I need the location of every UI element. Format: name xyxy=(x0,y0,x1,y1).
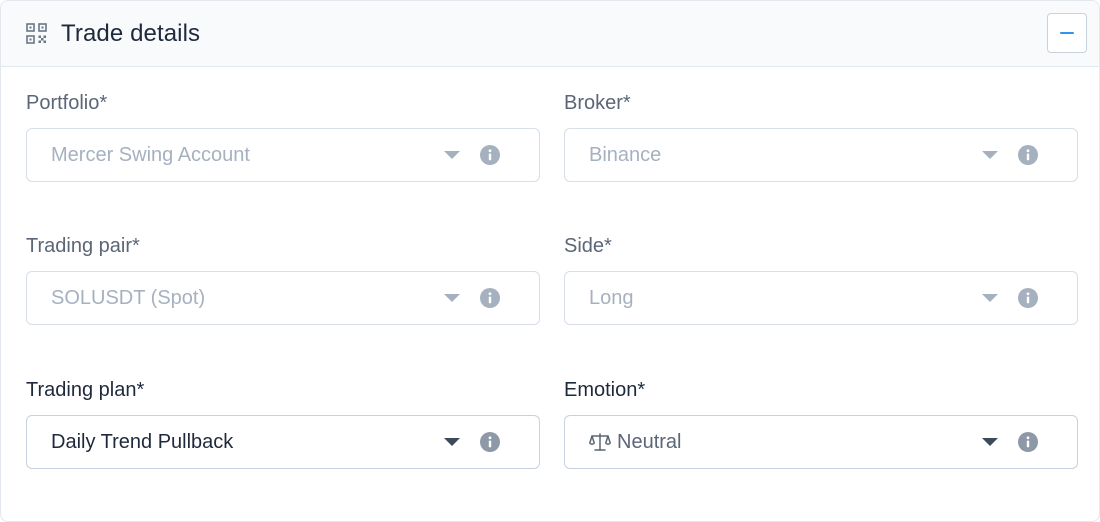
emotion-value: Neutral xyxy=(617,430,682,453)
trading-plan-label: Trading plan* xyxy=(26,379,145,401)
portfolio-value: Mercer Swing Account xyxy=(51,143,250,166)
panel-header: Trade details xyxy=(1,1,1099,67)
side-field: Side* Long xyxy=(564,234,1078,325)
trading-pair-value: SOLUSDT (Spot) xyxy=(51,286,206,309)
chevron-down-icon xyxy=(982,438,998,446)
collapse-button[interactable] xyxy=(1047,13,1087,53)
portfolio-label: Portfolio* xyxy=(26,92,108,114)
broker-label: Broker* xyxy=(564,92,631,114)
emotion-label: Emotion* xyxy=(564,379,646,401)
broker-select[interactable]: Binance xyxy=(564,128,1078,182)
trade-details-panel: Trade details Portfolio* Mercer Swing Ac… xyxy=(0,0,1100,522)
trading-plan-value: Daily Trend Pullback xyxy=(51,430,234,453)
broker-value: Binance xyxy=(589,143,662,166)
trading-plan-field: Trading plan* Daily Trend Pullback xyxy=(26,378,540,469)
chevron-down-icon xyxy=(982,151,998,159)
info-icon[interactable] xyxy=(1018,288,1038,308)
chevron-down-icon xyxy=(444,151,460,159)
info-icon[interactable] xyxy=(480,432,500,452)
info-icon[interactable] xyxy=(480,145,500,165)
side-value: Long xyxy=(589,286,634,309)
trading-pair-label: Trading pair* xyxy=(26,235,140,257)
trading-plan-select[interactable]: Daily Trend Pullback xyxy=(26,415,540,469)
side-select[interactable]: Long xyxy=(564,271,1078,325)
scale-icon xyxy=(589,433,611,451)
trading-pair-field: Trading pair* SOLUSDT (Spot) xyxy=(26,234,540,325)
emotion-field: Emotion* Neutral xyxy=(564,378,1078,469)
info-icon[interactable] xyxy=(1018,432,1038,452)
info-icon[interactable] xyxy=(480,288,500,308)
chevron-down-icon xyxy=(444,294,460,302)
panel-title: Trade details xyxy=(61,19,201,47)
side-label: Side* xyxy=(564,235,612,257)
emotion-select[interactable]: Neutral xyxy=(564,415,1078,469)
portfolio-select[interactable]: Mercer Swing Account xyxy=(26,128,540,182)
portfolio-field: Portfolio* Mercer Swing Account xyxy=(26,91,540,182)
qr-code-icon xyxy=(26,23,47,44)
chevron-down-icon xyxy=(982,294,998,302)
info-icon[interactable] xyxy=(1018,145,1038,165)
minus-icon xyxy=(1060,32,1074,34)
chevron-down-icon xyxy=(444,438,460,446)
emotion-value-wrap: Neutral xyxy=(589,431,681,454)
broker-field: Broker* Binance xyxy=(564,91,1078,182)
trading-pair-select[interactable]: SOLUSDT (Spot) xyxy=(26,271,540,325)
